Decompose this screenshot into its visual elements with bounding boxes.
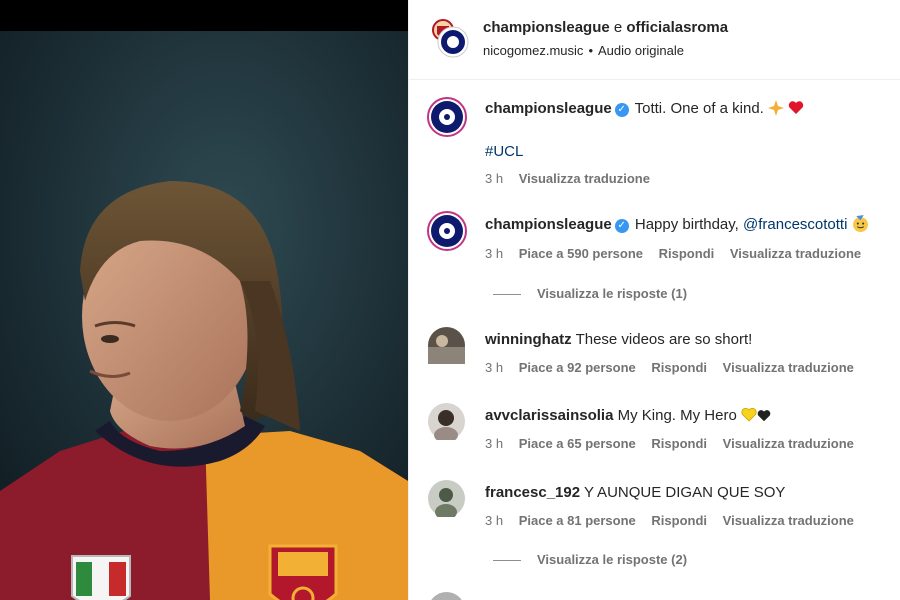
caption-username[interactable]: championsleague [485, 100, 612, 117]
caption-avatar[interactable] [427, 97, 467, 137]
hashtag-link[interactable]: #UCL [485, 143, 523, 160]
mention-link[interactable]: @francescototti [743, 216, 847, 233]
post-header: championsleague e officialasroma nicogom… [409, 0, 900, 80]
comment-time[interactable]: 3 h [485, 436, 503, 451]
translate-button[interactable]: Visualizza traduzione [723, 436, 854, 451]
header-title: championsleague e officialasroma [483, 19, 728, 36]
comment-username[interactable]: avvclarissainsolia [485, 407, 613, 424]
reply-button[interactable]: Rispondi [659, 246, 715, 261]
comment-body: My King. My Hero [617, 407, 737, 424]
audio-label-link[interactable]: Audio originale [598, 43, 684, 58]
likes-count-button[interactable]: Piace a 81 persone [519, 513, 636, 528]
post-photo [0, 31, 408, 600]
comment-avatar[interactable] [428, 480, 465, 517]
comment-body: Happy birthday, [634, 216, 739, 233]
comment-time[interactable]: 3 h [485, 246, 503, 261]
account-link-championsleague[interactable]: championsleague [483, 19, 610, 36]
caption-time[interactable]: 3 h [485, 171, 503, 186]
caption-text: championsleague ✓ Totti. One of a kind. [485, 100, 804, 120]
view-replies-label: Visualizza le risposte (1) [537, 286, 688, 301]
red-heart-emoji-icon [788, 100, 804, 120]
comment-text: winninghatz These videos are so short! [485, 331, 752, 348]
audio-info: nicogomez.music • Audio originale [483, 43, 684, 58]
comment-text: avvclarissainsolia My King. My Hero [485, 407, 771, 427]
likes-count-button[interactable]: Piace a 590 persone [519, 246, 643, 261]
party-face-emoji-icon [852, 215, 869, 236]
comment-body: These videos are so short! [575, 331, 753, 348]
comment-time[interactable]: 3 h [485, 360, 503, 375]
comment-avatar[interactable] [428, 592, 465, 600]
view-replies-button[interactable]: Visualizza le risposte (1) [493, 286, 687, 301]
caption-body: Totti. One of a kind. [634, 100, 764, 117]
comment-body: Y AUNQUE DIGAN QUE SOY [583, 484, 786, 501]
replies-dash [493, 560, 521, 562]
account-link-officialasroma[interactable]: officialasroma [626, 19, 728, 36]
post-media[interactable] [0, 0, 408, 600]
translate-button[interactable]: Visualizza traduzione [723, 513, 854, 528]
sparkle-emoji-icon [768, 100, 785, 120]
comment-time[interactable]: 3 h [485, 513, 503, 528]
yellow-heart-emoji-icon [741, 407, 757, 427]
verified-badge-icon: ✓ [614, 219, 629, 233]
reply-button[interactable]: Rispondi [651, 513, 707, 528]
separator-dot: • [588, 43, 593, 58]
likes-count-button[interactable]: Piace a 92 persone [519, 360, 636, 375]
comment-avatar[interactable] [428, 403, 465, 440]
comment-username[interactable]: winninghatz [485, 331, 572, 348]
reply-button[interactable]: Rispondi [651, 436, 707, 451]
comment-username[interactable]: francesc_192 [485, 484, 580, 501]
view-replies-button[interactable]: Visualizza le risposte (2) [493, 552, 687, 567]
comment-avatar[interactable] [427, 211, 467, 251]
translate-button[interactable]: Visualizza traduzione [723, 360, 854, 375]
caption-meta: 3 h Visualizza traduzione [485, 171, 662, 186]
post-side-panel: championsleague e officialasroma nicogom… [408, 0, 900, 600]
comment-meta: 3 h Piace a 92 persone Rispondi Visualiz… [485, 360, 866, 375]
audio-user-link[interactable]: nicogomez.music [483, 43, 583, 58]
view-replies-label: Visualizza le risposte (2) [537, 552, 688, 567]
comment-meta: 3 h Piace a 81 persone Rispondi Visualiz… [485, 513, 866, 528]
comment-meta: 3 h Piace a 590 persone Rispondi Visuali… [485, 246, 873, 261]
comment-text: championsleague ✓ Happy birthday, @france… [485, 215, 869, 236]
comment-username[interactable]: championsleague [485, 216, 612, 233]
media-top-bar [0, 0, 408, 31]
comment-avatar[interactable] [428, 327, 465, 364]
black-heart-emoji-icon [757, 409, 771, 427]
comment-text: francesc_192 Y AUNQUE DIGAN QUE SOY [485, 484, 785, 501]
header-conjunction: e [613, 19, 623, 36]
replies-dash [493, 294, 521, 296]
translate-button[interactable]: Visualizza traduzione [730, 246, 861, 261]
reply-button[interactable]: Rispondi [651, 360, 707, 375]
caption-translate-button[interactable]: Visualizza traduzione [519, 171, 650, 186]
collab-avatar[interactable] [429, 18, 469, 58]
likes-count-button[interactable]: Piace a 65 persone [519, 436, 636, 451]
comment-meta: 3 h Piace a 65 persone Rispondi Visualiz… [485, 436, 866, 451]
verified-badge-icon: ✓ [614, 103, 629, 117]
